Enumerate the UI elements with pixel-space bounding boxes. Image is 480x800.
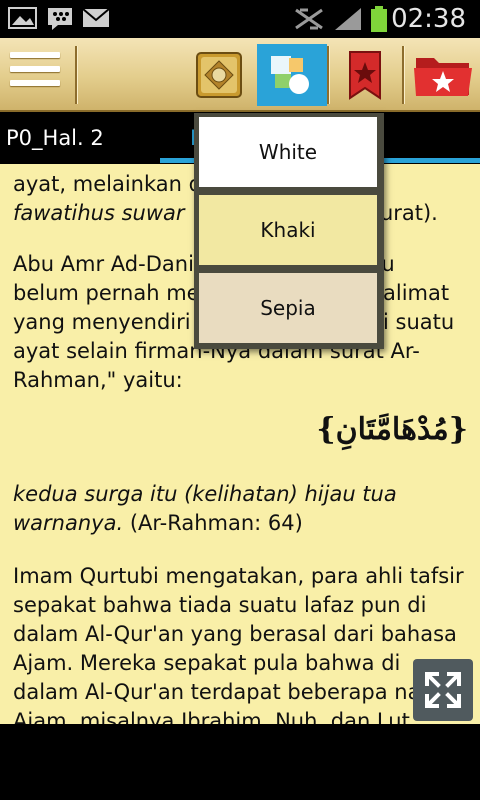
bottom-bar [0,724,480,800]
signal-icon [335,8,361,30]
quran-book-button[interactable] [184,44,254,106]
theme-button[interactable] [257,44,327,106]
option-khaki[interactable]: Khaki [199,195,377,265]
theme-palette-icon [271,56,309,94]
toolbar-divider [402,46,405,104]
toolbar [0,38,480,112]
arabic-verse: {مُدْهَامَّتَانِ} [316,412,468,447]
text-fragment: i suatu [383,310,455,334]
bbm-icon [48,8,72,30]
menu-icon[interactable] [10,52,60,96]
text-line: Ajam. Mereka sepakat pula bahwa di [13,651,401,675]
option-label: Khaki [260,218,316,242]
quran-book-icon [196,52,242,98]
option-sepia[interactable]: Sepia [199,273,377,343]
text-line: dalam Al-Qur'an yang berasal dari bahasa [13,622,457,646]
expand-icon [425,672,461,708]
bookmark-button[interactable] [330,44,400,106]
paragraph-4: Imam Qurtubi mengatakan, para ahli tafsi… [13,562,473,724]
option-label: White [258,140,318,164]
bookmark-icon [349,51,381,100]
text-fragment: alimat [383,281,450,305]
battery-icon [371,6,387,32]
option-label: Sepia [260,296,316,320]
clock: 02:38 [391,4,466,34]
verse-reference: (Ar-Rahman: 64) [123,511,303,535]
fullscreen-button[interactable] [413,659,473,721]
text-line: Imam Qurtubi mengatakan, para ahli tafsi… [13,564,464,588]
text-line: Rahman," yaitu: [13,368,183,392]
image-icon [8,7,37,29]
text-line: ayat, melainkan d [13,172,202,196]
folder-icon [414,58,472,96]
text-line: sepakat bahwa tiada suatu lafaz pun di [13,593,427,617]
tab-current-page[interactable]: P0_Hal. 2 [6,126,104,150]
mail-icon [82,8,110,27]
status-bar: 02:38 [0,0,480,38]
paragraph-3: kedua surga itu (kelihatan) hijau tua wa… [13,480,473,538]
text-line: dalam Al-Qur'an terdapat beberapa na [13,680,421,704]
toolbar-divider [75,46,78,104]
option-white[interactable]: White [199,117,377,187]
background-color-menu: White Khaki Sepia [194,113,384,349]
text-line: Ajam, misalnya Ibrahim, Nuh, dan Lut. [13,709,417,724]
data-transfer-icon [295,8,323,30]
italic-term: fawatihus suwar [13,201,185,225]
favorites-folder-button[interactable] [408,44,478,106]
